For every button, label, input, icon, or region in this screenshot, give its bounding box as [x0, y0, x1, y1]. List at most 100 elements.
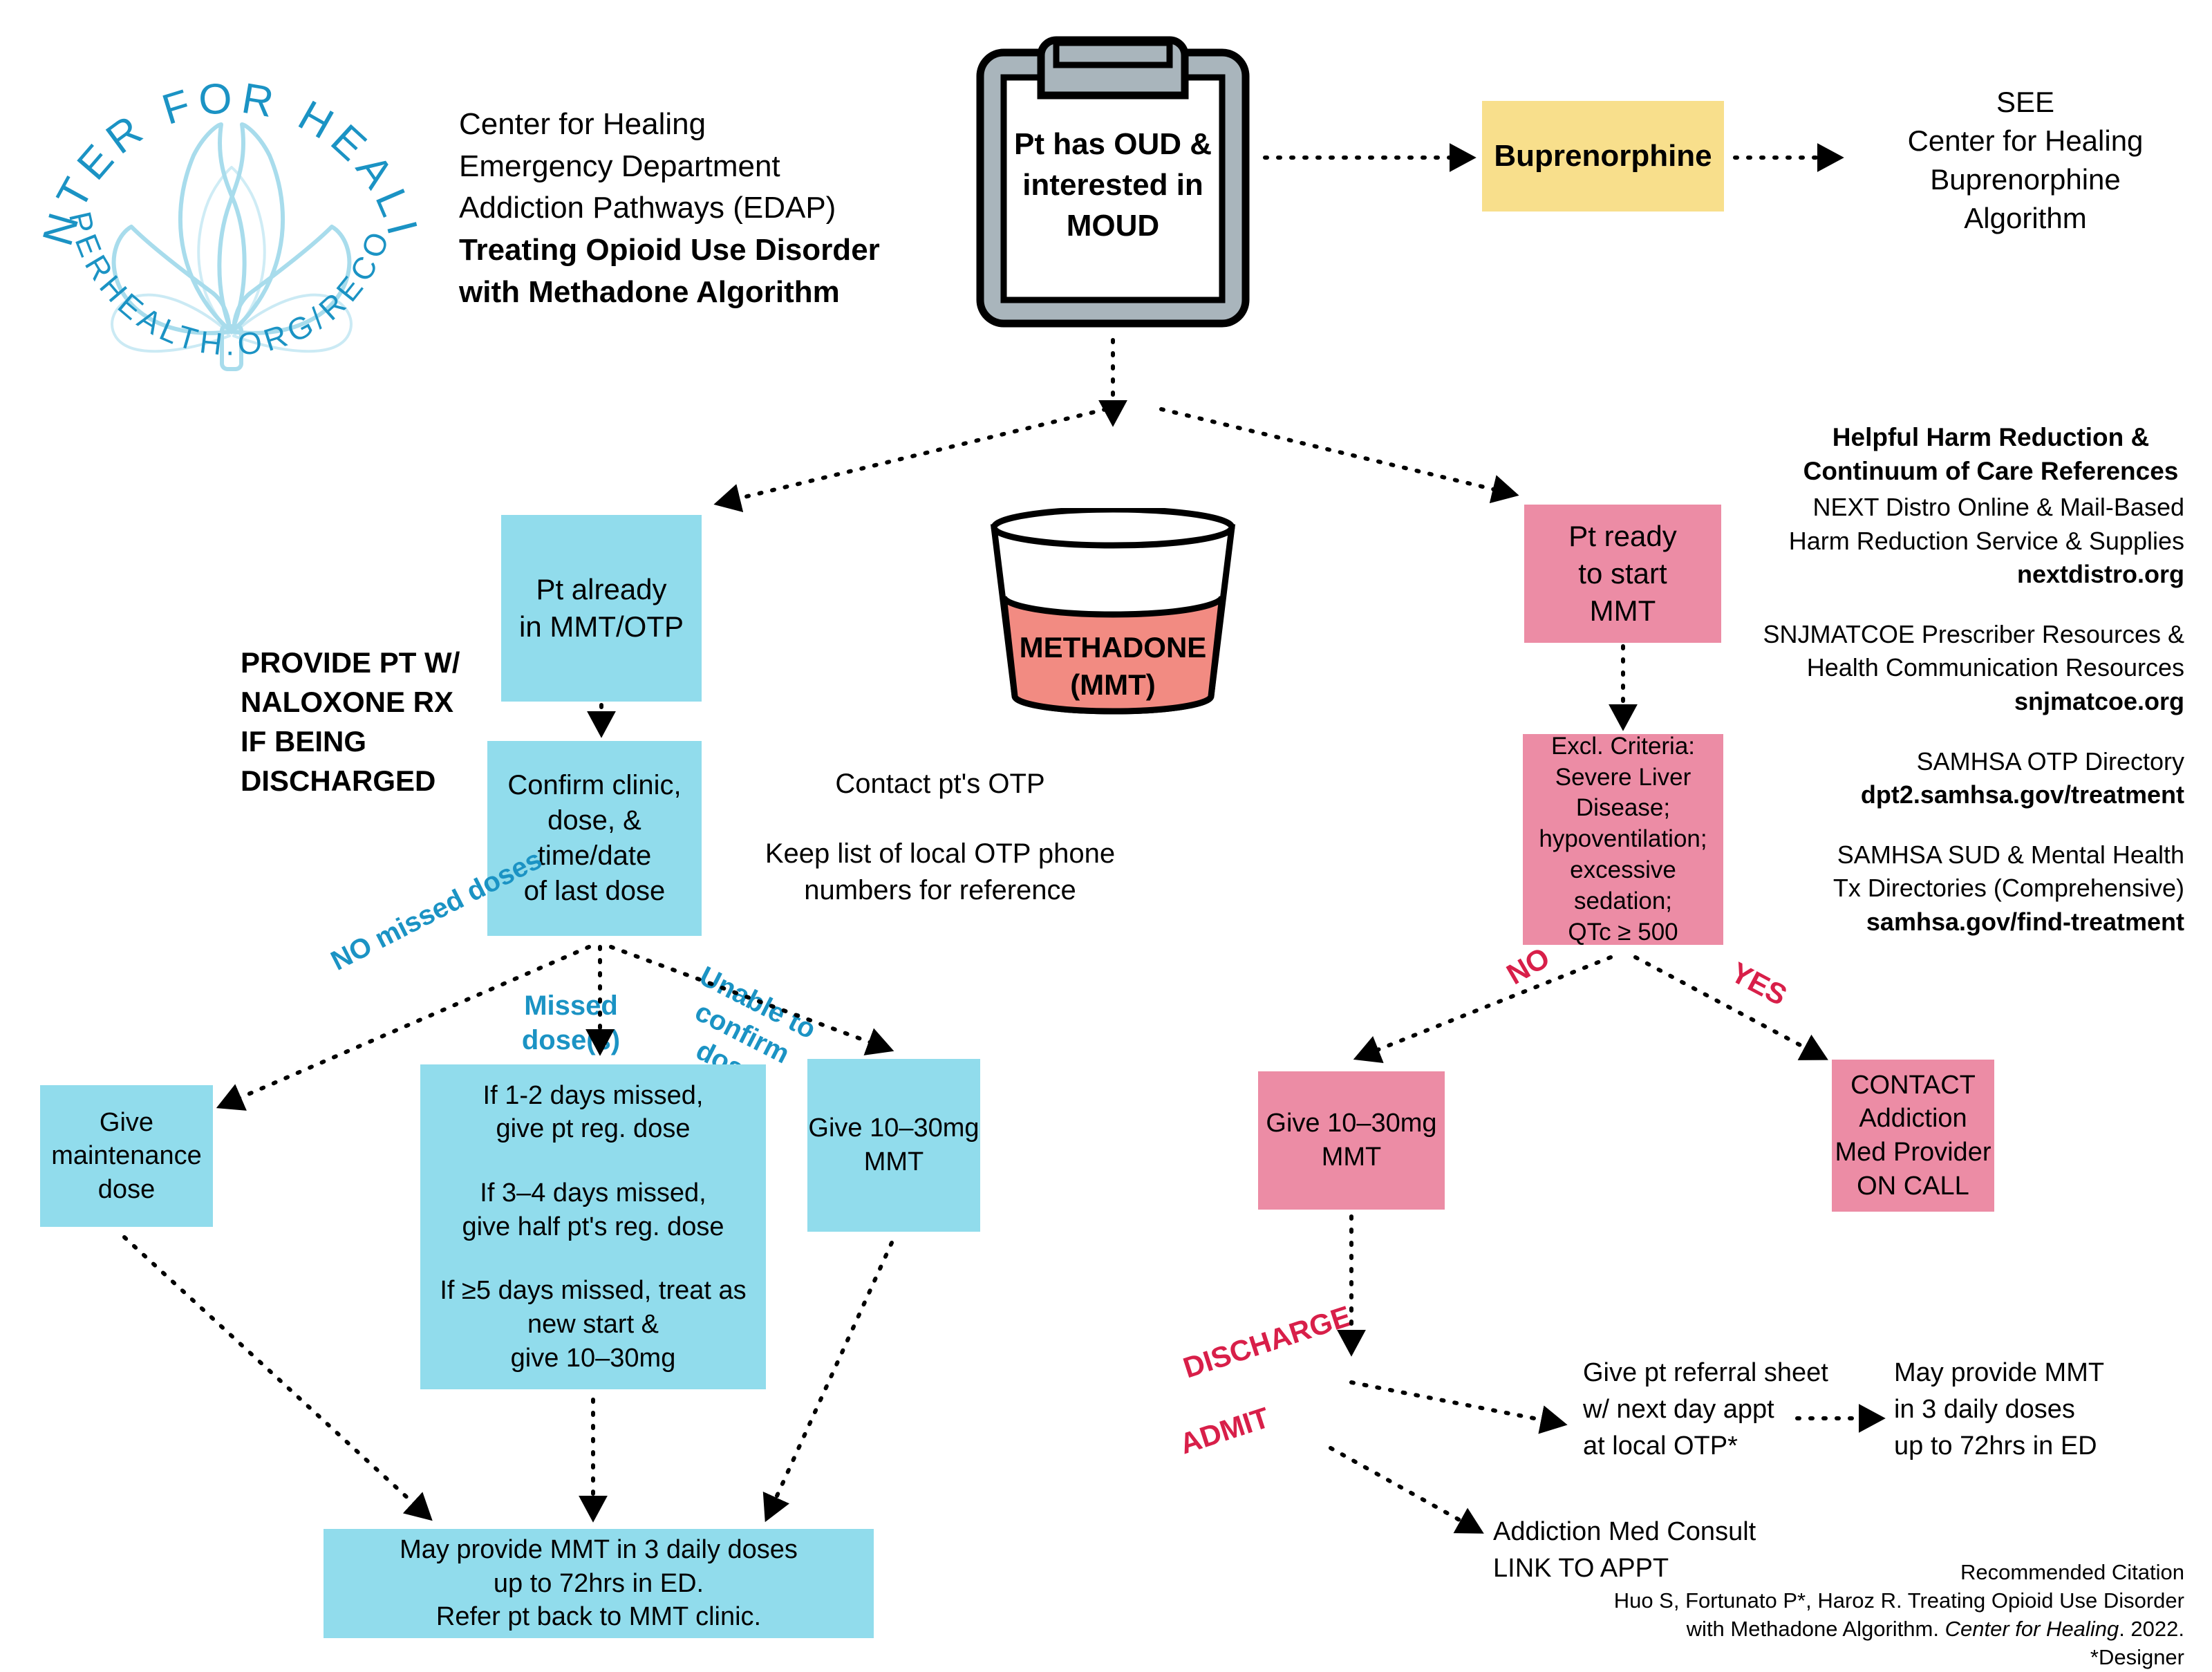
pt-already-line-2: in MMT/OTP [519, 610, 684, 643]
confirm-line-2: dose, & [547, 805, 641, 836]
header-title-block: Center for Healing Emergency Department … [459, 104, 929, 314]
reference-url[interactable]: nextdistro.org [1742, 558, 2184, 592]
citation-line-2-pre: with Methadone Algorithm. [1686, 1616, 1945, 1641]
confirm-clinic-node[interactable]: Confirm clinic, dose, & time/date of las… [487, 741, 702, 936]
reference-line-1: SAMHSA SUD & Mental Health [1837, 840, 2184, 869]
referral-line-2: w/ next day appt [1583, 1395, 1774, 1425]
edge-label-discharge: DISCHARGE [1179, 1299, 1356, 1384]
see-line-3: Buprenorphine [1930, 162, 2121, 196]
reference-item[interactable]: SNJMATCOE Prescriber Resources & Health … [1742, 618, 2184, 719]
reference-line-2: Tx Directories (Comprehensive) [1833, 874, 2184, 903]
header-line-2: Emergency Department [459, 149, 780, 183]
excl-line-3: Disease; [1575, 794, 1671, 822]
algorithm-diagram: CENTER FOR HEALING COOPERHEALTH.ORG/RECO… [0, 0, 2212, 1669]
references-heading-line-1: Helpful Harm Reduction & [1832, 423, 2150, 451]
referral-sheet-note: Give pt referral sheet w/ next day appt … [1583, 1355, 1873, 1465]
pt-ready-line-1: Pt ready [1568, 520, 1677, 553]
rule-line-1: If 1-2 days missed, [482, 1080, 704, 1110]
may-left-line-2: up to 72hrs in ED. [493, 1568, 704, 1598]
reference-line-1: NEXT Distro Online & Mail-Based [1812, 493, 2184, 521]
contact-otp-note: Contact pt's OTP Keep list of local OTP … [733, 766, 1147, 908]
may-right-line-3: up to 72hrs in ED [1894, 1431, 2097, 1461]
excl-line-2: Severe Liver [1555, 763, 1691, 791]
header-title-line-2: with Methadone Algorithm [459, 274, 840, 309]
may-provide-mmt-right-note: May provide MMT in 3 daily doses up to 7… [1894, 1355, 2184, 1465]
may-left-line-3: Refer pt back to MMT clinic. [435, 1602, 762, 1632]
give-right-line-2: MMT [1321, 1143, 1382, 1172]
reference-line-2: Harm Reduction Service & Supplies [1788, 526, 2184, 555]
excl-line-1: Excl. Criteria: [1550, 732, 1696, 760]
clipboard-line-1: Pt has OUD & [1013, 127, 1212, 161]
reference-line-1: SNJMATCOE Prescriber Resources & [1763, 619, 2184, 648]
methadone-line-2: (MMT) [1070, 668, 1156, 701]
may-right-line-1: May provide MMT [1894, 1358, 2105, 1387]
contact-otp-line-1: Contact pt's OTP [835, 769, 1045, 799]
contact-otp-line-2: Keep list of local OTP phone [765, 838, 1116, 869]
contact-addiction-line-4: ON CALL [1857, 1171, 1969, 1201]
excl-line-4: hypoventilation; [1539, 825, 1707, 853]
citation-line-2-post: . 2022. [2119, 1616, 2184, 1641]
contact-otp-line-3: numbers for reference [804, 874, 1076, 905]
give-maintenance-dose-node[interactable]: Give maintenance dose [40, 1085, 213, 1227]
confirm-line-1: Confirm clinic, [507, 769, 682, 800]
rule-line-3: If 3–4 days missed, [480, 1178, 706, 1208]
reference-url[interactable]: dpt2.samhsa.gov/treatment [1742, 778, 2184, 812]
see-buprenorphine-algorithm-text: SEE Center for Healing Buprenorphine Alg… [1866, 83, 2184, 237]
reference-item[interactable]: SAMHSA SUD & Mental Health Tx Directorie… [1742, 838, 2184, 939]
citation-line-1: Huo S, Fortunato P*, Haroz R. Treating O… [1613, 1588, 2184, 1613]
references-list: NEXT Distro Online & Mail-Based Harm Red… [1742, 491, 2184, 939]
see-line-4: Algorithm [1964, 201, 2087, 234]
contact-addiction-line-1: CONTACT [1850, 1070, 1976, 1100]
may-right-line-2: in 3 daily doses [1894, 1395, 2075, 1425]
excl-line-7: QTc ≥ 500 [1568, 918, 1678, 946]
methadone-line-1: METHADONE [1019, 631, 1207, 664]
give-right-line-1: Give 10–30mg [1266, 1109, 1437, 1138]
consult-line-1: Addiction Med Consult [1493, 1517, 1756, 1546]
reference-url[interactable]: snjmatcoe.org [1742, 685, 2184, 719]
pt-already-in-mmt-otp-node[interactable]: Pt already in MMT/OTP [501, 515, 702, 702]
reference-line-2: Health Communication Resources [1806, 653, 2184, 682]
center-for-healing-logo: CENTER FOR HEALING COOPERHEALTH.ORG/RECO… [28, 14, 421, 371]
reference-item[interactable]: SAMHSA OTP Directory dpt2.samhsa.gov/tre… [1742, 745, 2184, 812]
clipboard-line-2: interested in [1022, 167, 1203, 202]
rule-line-5: If ≥5 days missed, treat as [440, 1276, 747, 1306]
pt-ready-line-2: to start [1578, 557, 1667, 590]
excl-line-5: excessive [1570, 856, 1676, 883]
contact-addiction-med-provider-node[interactable]: CONTACT Addiction Med Provider ON CALL [1832, 1060, 1994, 1212]
see-line-2: Center for Healing [1907, 124, 2144, 157]
pt-ready-to-start-mmt-node[interactable]: Pt ready to start MMT [1524, 505, 1721, 643]
give-10-30mg-mmt-right-node[interactable]: Give 10–30mg MMT [1258, 1071, 1445, 1210]
excl-line-6: sedation; [1573, 887, 1673, 914]
rule-line-7: give 10–30mg [510, 1343, 676, 1373]
may-provide-mmt-left-node[interactable]: May provide MMT in 3 daily doses up to 7… [324, 1529, 874, 1638]
edge-label-missed-doses: Missed dose(s) [521, 990, 621, 1055]
exclusion-criteria-node[interactable]: Excl. Criteria: Severe Liver Disease; hy… [1523, 732, 1723, 946]
see-line-1: SEE [1996, 86, 2055, 118]
buprenorphine-node[interactable]: Buprenorphine [1482, 101, 1724, 212]
may-left-line-1: May provide MMT in 3 daily doses [400, 1535, 798, 1565]
rule-line-6: new start & [527, 1309, 659, 1339]
missed-doses-rules-node[interactable]: If 1-2 days missed, give pt reg. dose If… [420, 1064, 766, 1389]
references-heading-line-2: Continuum of Care References [1803, 457, 2179, 486]
maintenance-line-3: dose [97, 1174, 156, 1204]
contact-addiction-line-2: Addiction [1859, 1104, 1967, 1134]
rule-line-2: give pt reg. dose [496, 1114, 691, 1144]
referral-line-3: at local OTP* [1583, 1431, 1738, 1461]
header-title-line-1: Treating Opioid Use Disorder [459, 233, 880, 267]
clipboard-node-text: Pt has OUD & interested in MOUD [988, 124, 1237, 247]
reference-item[interactable]: NEXT Distro Online & Mail-Based Harm Red… [1742, 491, 2184, 592]
citation-line-2: with Methadone Algorithm. Center for Hea… [1507, 1615, 2184, 1644]
give-left-line-2: MMT [863, 1147, 924, 1176]
header-line-3: Addiction Pathways (EDAP) [459, 191, 836, 225]
pt-already-line-1: Pt already [536, 573, 667, 606]
recommended-citation: Recommended Citation Huo S, Fortunato P*… [1507, 1559, 2184, 1672]
pt-ready-line-3: MMT [1589, 594, 1656, 627]
citation-line-3: *Designer [2090, 1644, 2184, 1669]
give-left-line-1: Give 10–30mg [808, 1114, 980, 1143]
methadone-cup-label: METHADONE (MMT) [961, 629, 1265, 704]
rule-line-4: give half pt's reg. dose [462, 1212, 724, 1241]
naloxone-line-2: NALOXONE RX [241, 686, 454, 719]
contact-addiction-line-3: Med Provider [1835, 1138, 1991, 1167]
give-10-30mg-mmt-left-node[interactable]: Give 10–30mg MMT [807, 1059, 980, 1232]
reference-url[interactable]: samhsa.gov/find-treatment [1742, 905, 2184, 939]
